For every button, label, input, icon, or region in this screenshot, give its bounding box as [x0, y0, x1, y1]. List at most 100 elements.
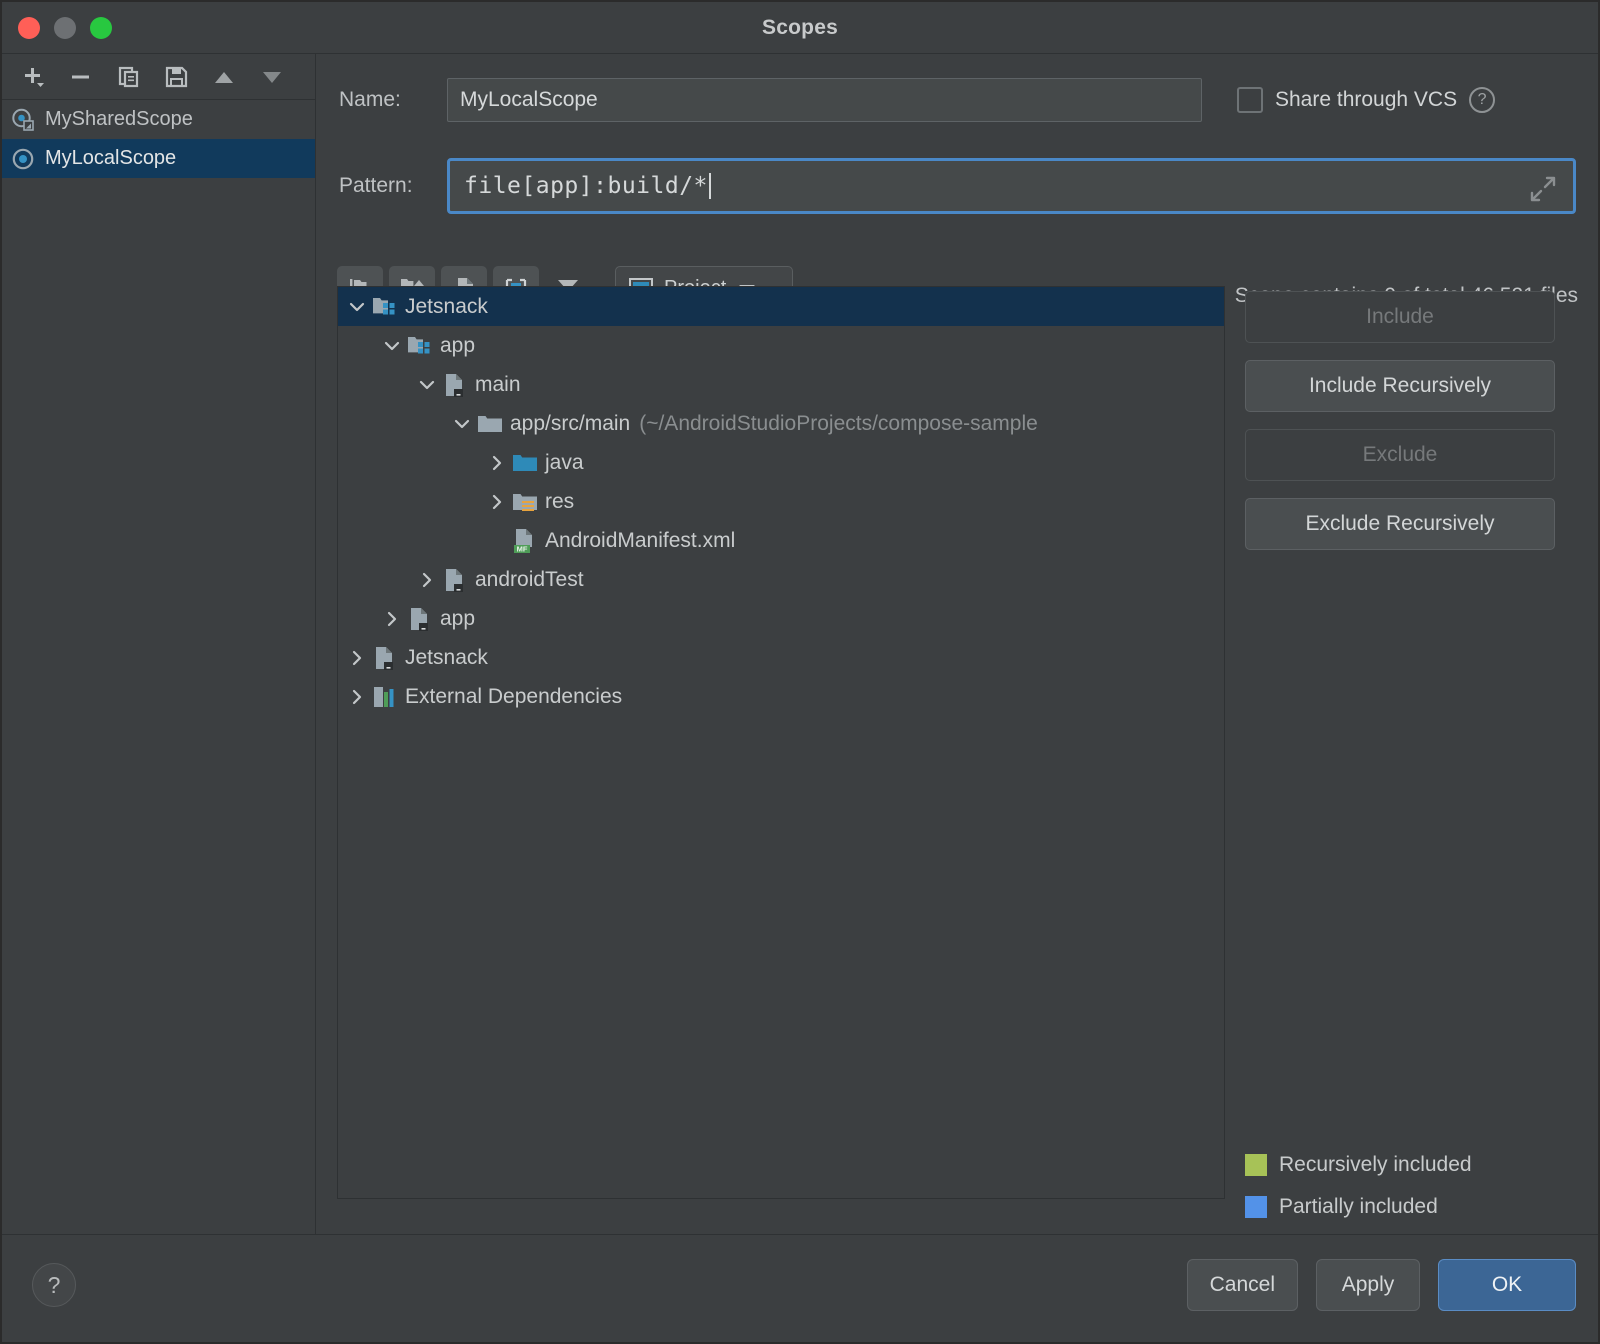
chevron-right-icon[interactable]: [482, 453, 512, 473]
tree-row-label: app/src/main: [510, 412, 630, 436]
sidebar-toolbar: [2, 54, 315, 100]
legend-label: Partially included: [1279, 1195, 1438, 1219]
tree-row-label: res: [545, 490, 574, 514]
tree-row-label: External Dependencies: [405, 685, 622, 709]
tree-row[interactable]: res: [338, 482, 1224, 521]
legend-item-partially-included: Partially included: [1245, 1186, 1472, 1228]
pattern-input-value: file[app]:build/*: [464, 173, 708, 199]
legend-swatch-green: [1245, 1154, 1267, 1176]
remove-scope-button[interactable]: [58, 57, 102, 97]
chevron-down-icon[interactable]: [447, 414, 477, 434]
chevron-down-icon[interactable]: [342, 297, 372, 317]
tree-row[interactable]: app: [338, 599, 1224, 638]
tree-row[interactable]: main: [338, 365, 1224, 404]
source-module-icon: [442, 567, 468, 593]
tree-row-path: (~/AndroidStudioProjects/compose-sample: [639, 412, 1038, 436]
minimize-window-button[interactable]: [54, 17, 76, 39]
source-module-icon: [407, 606, 433, 632]
tree-row[interactable]: androidTest: [338, 560, 1224, 599]
expand-diagonal-icon[interactable]: [1527, 173, 1559, 205]
scope-editor-panel: Name: MyLocalScope Share through VCS ? P…: [317, 54, 1598, 1234]
traffic-lights: [18, 17, 112, 39]
scopes-dialog: Scopes: [0, 0, 1600, 1344]
tree-row[interactable]: Jetsnack: [338, 287, 1224, 326]
apply-button[interactable]: Apply: [1316, 1259, 1420, 1311]
help-button[interactable]: ?: [32, 1263, 76, 1307]
include-exclude-buttons: Include Include Recursively Exclude Excl…: [1245, 291, 1555, 567]
tree-row[interactable]: Jetsnack: [338, 638, 1224, 677]
ok-button[interactable]: OK: [1438, 1259, 1576, 1311]
folder-res-icon: [512, 489, 538, 515]
share-through-vcs-label: Share through VCS: [1275, 88, 1457, 112]
tree-row[interactable]: app/src/main (~/AndroidStudioProjects/com…: [338, 404, 1224, 443]
include-button[interactable]: Include: [1245, 291, 1555, 343]
text-caret: [709, 173, 711, 199]
close-window-button[interactable]: [18, 17, 40, 39]
zoom-window-button[interactable]: [90, 17, 112, 39]
tree-row-label: app: [440, 607, 475, 631]
chevron-right-icon[interactable]: [412, 570, 442, 590]
move-up-button[interactable]: [202, 57, 246, 97]
pattern-row: Pattern: file[app]:build/*: [339, 158, 1582, 214]
name-input-value: MyLocalScope: [460, 88, 598, 112]
tree-row-label: Jetsnack: [405, 295, 488, 319]
module-group-icon: [407, 333, 433, 359]
tree-row[interactable]: MF AndroidManifest.xml: [338, 521, 1224, 560]
sidebar-item-label: MyLocalScope: [45, 147, 176, 170]
chevron-right-icon[interactable]: [482, 492, 512, 512]
exclude-button[interactable]: Exclude: [1245, 429, 1555, 481]
name-input[interactable]: MyLocalScope: [447, 78, 1202, 122]
pattern-label: Pattern:: [339, 174, 447, 198]
legend-swatch-blue: [1245, 1196, 1267, 1218]
project-tree[interactable]: Jetsnackappmainapp/src/main(~/AndroidStu…: [337, 286, 1225, 1199]
dialog-action-buttons: Cancel Apply OK: [1187, 1259, 1576, 1311]
library-icon: [372, 684, 398, 710]
save-scope-button[interactable]: [154, 57, 198, 97]
source-module-icon: [372, 645, 398, 671]
add-scope-button[interactable]: [10, 57, 54, 97]
tree-row[interactable]: java: [338, 443, 1224, 482]
color-legend: Recursively included Partially included: [1245, 1144, 1472, 1228]
folder-source-icon: [512, 450, 538, 476]
local-scope-icon: [10, 146, 36, 172]
sidebar-item-mysharedscope[interactable]: MySharedScope: [2, 100, 315, 139]
sidebar-item-mylocalscope[interactable]: MyLocalScope: [2, 139, 315, 178]
legend-label: Recursively included: [1279, 1153, 1472, 1177]
move-down-button[interactable]: [250, 57, 294, 97]
name-label: Name:: [339, 88, 447, 112]
tree-row[interactable]: app: [338, 326, 1224, 365]
tree-row-label: androidTest: [475, 568, 584, 592]
dialog-footer: ? Cancel Apply OK: [2, 1234, 1598, 1342]
copy-scope-button[interactable]: [106, 57, 150, 97]
chevron-right-icon[interactable]: [342, 687, 372, 707]
chevron-down-icon[interactable]: [377, 336, 407, 356]
share-through-vcs-row: Share through VCS ?: [1237, 87, 1495, 113]
window-titlebar: Scopes: [2, 2, 1598, 54]
legend-item-recursively-included: Recursively included: [1245, 1144, 1472, 1186]
tree-row-label: main: [475, 373, 521, 397]
exclude-recursively-button[interactable]: Exclude Recursively: [1245, 498, 1555, 550]
tree-row[interactable]: External Dependencies: [338, 677, 1224, 716]
pattern-input[interactable]: file[app]:build/*: [447, 158, 1576, 214]
source-module-icon: [442, 372, 468, 398]
chevron-down-icon[interactable]: [412, 375, 442, 395]
tree-row-label: Jetsnack: [405, 646, 488, 670]
sidebar-item-label: MySharedScope: [45, 108, 193, 131]
module-group-icon: [372, 294, 398, 320]
shared-scope-icon: [10, 107, 36, 133]
scopes-list: MySharedScope MyLocalScope: [2, 100, 315, 178]
question-mark-icon[interactable]: ?: [1469, 87, 1495, 113]
include-recursively-button[interactable]: Include Recursively: [1245, 360, 1555, 412]
svg-text:MF: MF: [517, 544, 528, 553]
scopes-sidebar: MySharedScope MyLocalScope: [2, 54, 316, 1234]
share-through-vcs-checkbox[interactable]: [1237, 87, 1263, 113]
tree-row-label: app: [440, 334, 475, 358]
name-row: Name: MyLocalScope Share through VCS ?: [339, 78, 1579, 122]
tree-row-label: AndroidManifest.xml: [545, 529, 735, 553]
tree-row-label: java: [545, 451, 584, 475]
manifest-file-icon: MF: [512, 528, 538, 554]
cancel-button[interactable]: Cancel: [1187, 1259, 1298, 1311]
chevron-right-icon[interactable]: [377, 609, 407, 629]
folder-grey-icon: [477, 411, 503, 437]
chevron-right-icon[interactable]: [342, 648, 372, 668]
